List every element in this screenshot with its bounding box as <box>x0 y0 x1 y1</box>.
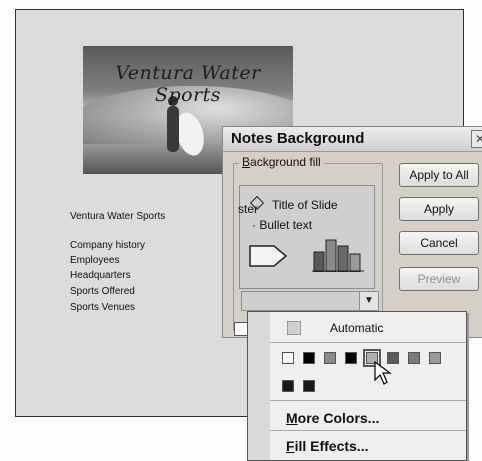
color-swatch[interactable] <box>303 352 315 364</box>
bar-chart-icon <box>312 239 364 272</box>
dialog-titlebar[interactable]: Notes Background ✕ <box>223 127 482 152</box>
notes-background-dialog: Notes Background ✕ Background fill Title… <box>222 126 482 338</box>
notes-item: Sports Offered <box>70 286 135 297</box>
notes-item: Headquarters <box>70 270 131 281</box>
surfer-body <box>167 106 179 152</box>
menu-separator <box>270 400 466 401</box>
color-swatch[interactable] <box>303 380 315 392</box>
omit-master-checkbox[interactable] <box>234 322 248 336</box>
close-icon[interactable]: ✕ <box>471 130 482 148</box>
fill-effects-option[interactable]: Fill Effects... <box>286 438 368 454</box>
notes-item: Company history <box>70 240 146 251</box>
background-fill-label: Background fill <box>239 155 324 169</box>
notes-item: Employees <box>70 255 120 266</box>
color-swatch[interactable] <box>408 352 420 364</box>
more-colors-option[interactable]: More Colors... <box>286 410 379 426</box>
menu-icon-strip <box>248 312 270 460</box>
menu-separator <box>270 342 466 343</box>
fill-preview: Title of Slide · Bullet text <box>239 185 375 289</box>
notes-heading: Ventura Water Sports <box>70 211 166 222</box>
arrow-cursor-icon <box>374 360 392 385</box>
notes-item: Sports Venues <box>70 302 136 313</box>
color-swatch[interactable] <box>345 352 357 364</box>
dialog-title: Notes Background <box>231 130 365 147</box>
color-swatch-row <box>282 380 322 394</box>
color-swatch[interactable] <box>282 352 294 364</box>
color-swatch[interactable] <box>429 352 441 364</box>
color-swatch[interactable] <box>324 352 336 364</box>
menu-separator <box>270 430 466 431</box>
color-swatch[interactable] <box>282 380 294 392</box>
omit-master-label: ster <box>238 202 259 216</box>
slide-title: Ventura Water Sports <box>115 62 261 106</box>
automatic-swatch[interactable] <box>287 321 301 335</box>
pentagon-shape-icon <box>249 245 288 267</box>
preview-title-text: Title of Slide <box>272 198 338 212</box>
cancel-button[interactable]: Cancel <box>399 231 479 255</box>
automatic-option[interactable]: Automatic <box>330 321 383 335</box>
apply-to-all-button[interactable]: Apply to All <box>399 163 479 187</box>
color-swatch-row <box>282 349 452 367</box>
preview-bullet-text: · Bullet text <box>252 218 313 232</box>
chevron-down-icon[interactable]: ▼ <box>359 291 379 311</box>
preview-button[interactable]: Preview <box>399 267 479 291</box>
fill-color-dropdown[interactable] <box>241 291 361 311</box>
apply-button[interactable]: Apply <box>399 197 479 221</box>
fill-color-menu: Automatic More Colors... Fill Effects... <box>247 311 467 461</box>
